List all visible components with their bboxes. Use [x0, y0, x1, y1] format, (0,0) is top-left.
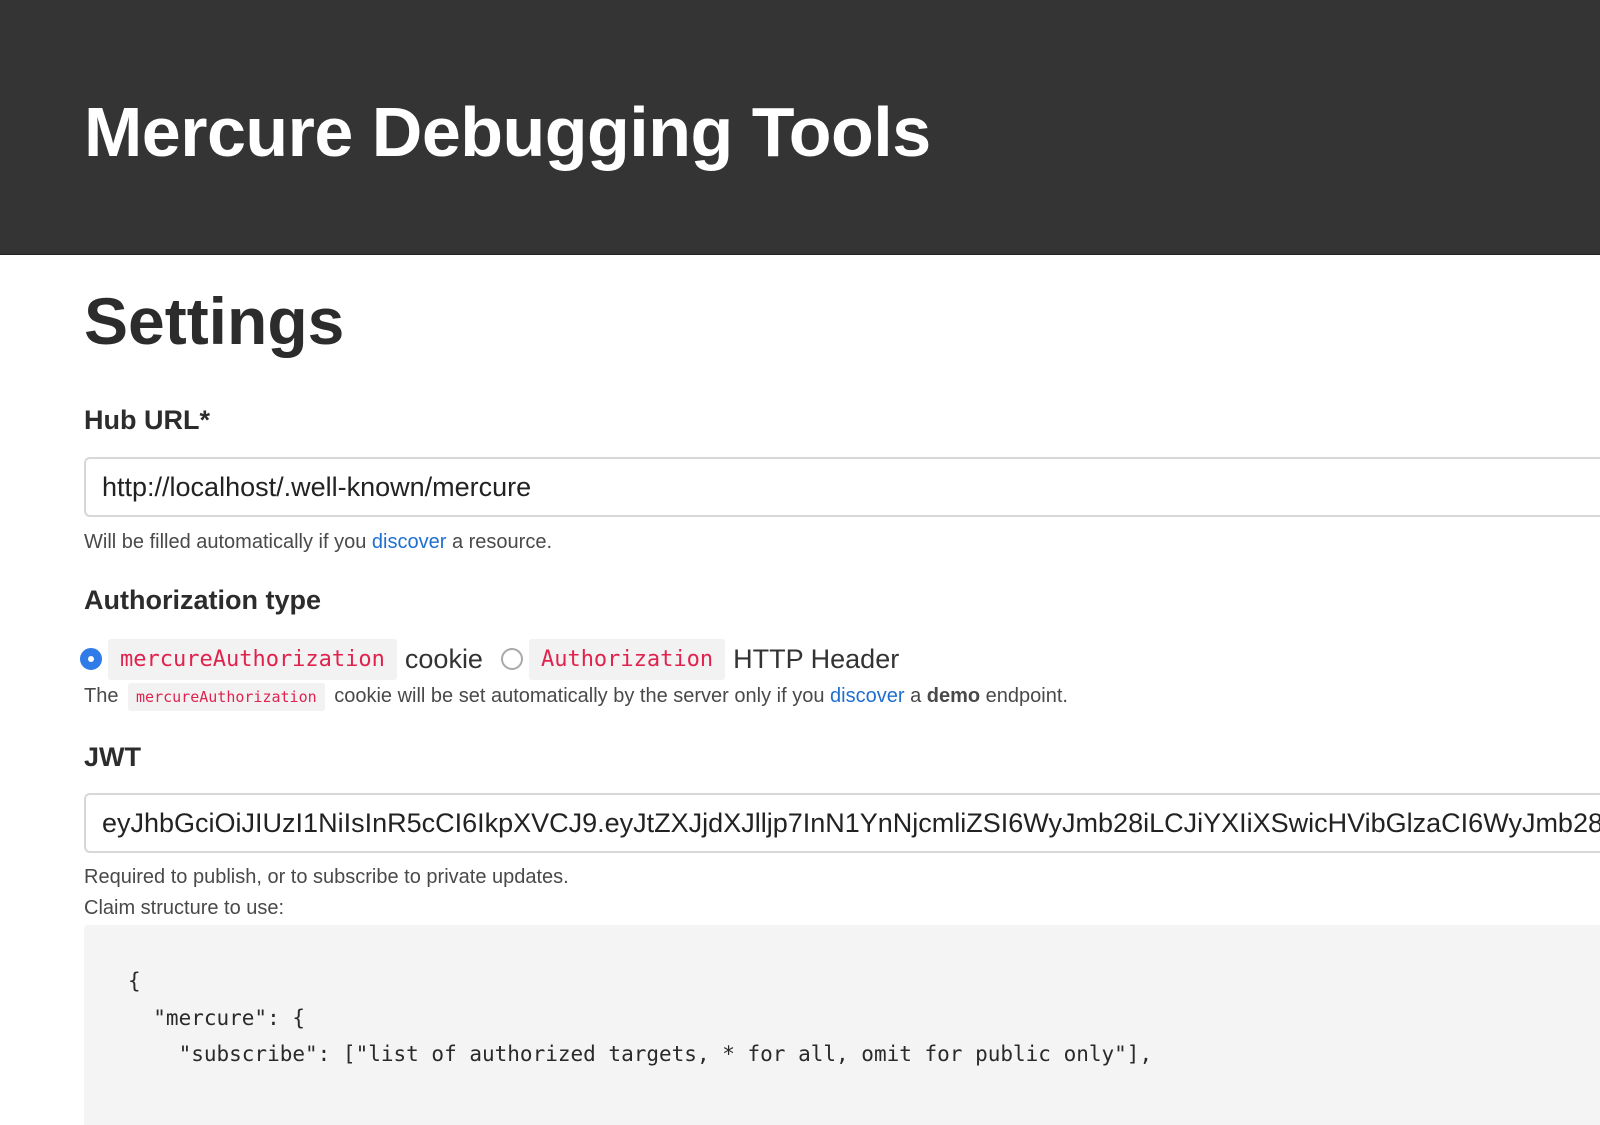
jwt-help-line1: Required to publish, or to subscribe to …: [84, 866, 569, 888]
jwt-help-line2: Claim structure to use:: [84, 897, 285, 919]
settings-title: Settings: [84, 284, 345, 358]
settings-section: Settings Hub URL* Will be filled automat…: [80, 255, 1600, 1125]
authorization-help-suffix: endpoint.: [985, 685, 1068, 707]
hub-url-label: Hub URL*: [84, 405, 210, 435]
header-option-label[interactable]: HTTP Header: [733, 644, 899, 675]
header-radio[interactable]: [500, 648, 523, 670]
hub-url-help-suffix: a resource.: [451, 531, 553, 553]
cookie-option-label[interactable]: cookie: [405, 644, 483, 675]
discover-link[interactable]: discover: [372, 531, 446, 553]
hub-url-help-prefix: Will be filled automatically if you: [84, 531, 367, 553]
authorization-help-prefix: The: [84, 685, 119, 707]
authorization-type-options: mercureAuthorization cookie Authorizatio…: [80, 637, 917, 681]
demo-text: demo: [926, 685, 981, 707]
authorization-help: The mercureAuthorization cookie will be …: [84, 683, 1068, 711]
authorization-help-code: mercureAuthorization: [128, 683, 325, 711]
page-header: Mercure Debugging Tools: [0, 0, 1600, 255]
jwt-label: JWT: [84, 742, 141, 772]
app-title: Mercure Debugging Tools: [84, 93, 931, 171]
hub-url-input[interactable]: [84, 457, 1600, 517]
jwt-input[interactable]: [84, 793, 1600, 853]
discover-demo-link[interactable]: discover: [830, 685, 904, 707]
header-option-code: Authorization: [528, 638, 726, 680]
cookie-option-code: mercureAuthorization: [108, 638, 397, 680]
cookie-radio[interactable]: [80, 648, 102, 670]
authorization-type-label: Authorization type: [84, 585, 321, 615]
claim-structure-code: { "mercure": { "subscribe": ["list of au…: [84, 925, 1600, 1125]
authorization-help-middle: cookie will be set automatically by the …: [334, 685, 825, 707]
authorization-help-a: a: [910, 685, 922, 707]
hub-url-help: Will be filled automatically if you disc…: [84, 531, 552, 554]
